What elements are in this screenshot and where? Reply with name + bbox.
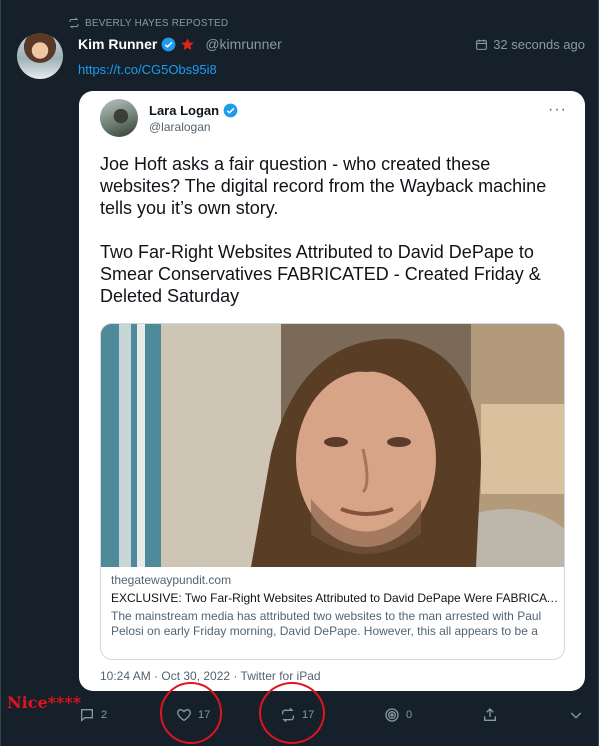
link-preview-meta: thegatewaypundit.com EXCLUSIVE: Two Far-… — [111, 573, 559, 641]
embedded-author-name[interactable]: Lara Logan — [149, 103, 219, 118]
more-menu-button[interactable] — [568, 703, 584, 727]
embedded-tweet-card[interactable]: Lara Logan @laralogan ··· Joe Hoft asks … — [79, 91, 585, 691]
embedded-footer-time[interactable]: 10:24 AM · Oct 30, 2022 · Twitter for iP… — [100, 669, 321, 683]
share-button[interactable] — [482, 703, 498, 727]
reply-button[interactable]: 2 — [79, 703, 107, 727]
avatar[interactable] — [17, 33, 63, 79]
verified-badge-icon — [161, 37, 176, 51]
more-options-icon[interactable]: ··· — [548, 101, 567, 119]
tweet-link[interactable]: https://t.co/CG5Obs95i8 — [78, 62, 217, 77]
reply-icon — [81, 709, 93, 722]
views-icon — [385, 708, 399, 722]
post-timestamp[interactable]: 32 seconds ago — [475, 35, 585, 53]
chevron-down-icon — [570, 712, 582, 719]
repost-icon — [69, 17, 79, 29]
views-button[interactable]: 0 — [384, 703, 412, 727]
portrait-photo — [101, 324, 564, 567]
author-name[interactable]: Kim Runner — [78, 36, 157, 52]
timestamp-text: 32 seconds ago — [493, 36, 585, 52]
link-title[interactable]: EXCLUSIVE: Two Far-Right Websites Attrib… — [111, 591, 559, 606]
repost-header: BEVERLY HAYES REPOSTED — [68, 15, 228, 31]
embedded-author[interactable]: Lara Logan — [149, 102, 238, 118]
calendar-icon — [476, 39, 488, 50]
link-domain: thegatewaypundit.com — [111, 573, 232, 587]
verified-badge-icon — [223, 103, 238, 117]
repost-label: BEVERLY HAYES REPOSTED — [85, 17, 229, 29]
link-description: The mainstream media has attributed two … — [111, 609, 542, 641]
link-preview-image[interactable] — [101, 324, 564, 567]
star-icon — [181, 37, 195, 50]
repost-highlight-circle — [259, 682, 325, 744]
link-preview-card[interactable]: thegatewaypundit.com EXCLUSIVE: Two Far-… — [100, 323, 565, 660]
view-count: 0 — [406, 709, 413, 721]
post-author[interactable]: Kim Runner @kimrunner — [78, 34, 282, 54]
like-highlight-circle — [160, 682, 222, 744]
embedded-author-handle[interactable]: @laralogan — [149, 120, 211, 134]
embedded-tweet-text: Joe Hoft asks a fair question - who crea… — [100, 154, 547, 306]
reply-count: 2 — [101, 709, 108, 721]
author-handle[interactable]: @kimrunner — [205, 36, 281, 52]
share-icon — [484, 708, 496, 721]
embedded-avatar[interactable] — [100, 99, 138, 137]
embedded-footer: 10:24 AM · Oct 30, 2022 · Twitter for iP… — [100, 669, 321, 683]
